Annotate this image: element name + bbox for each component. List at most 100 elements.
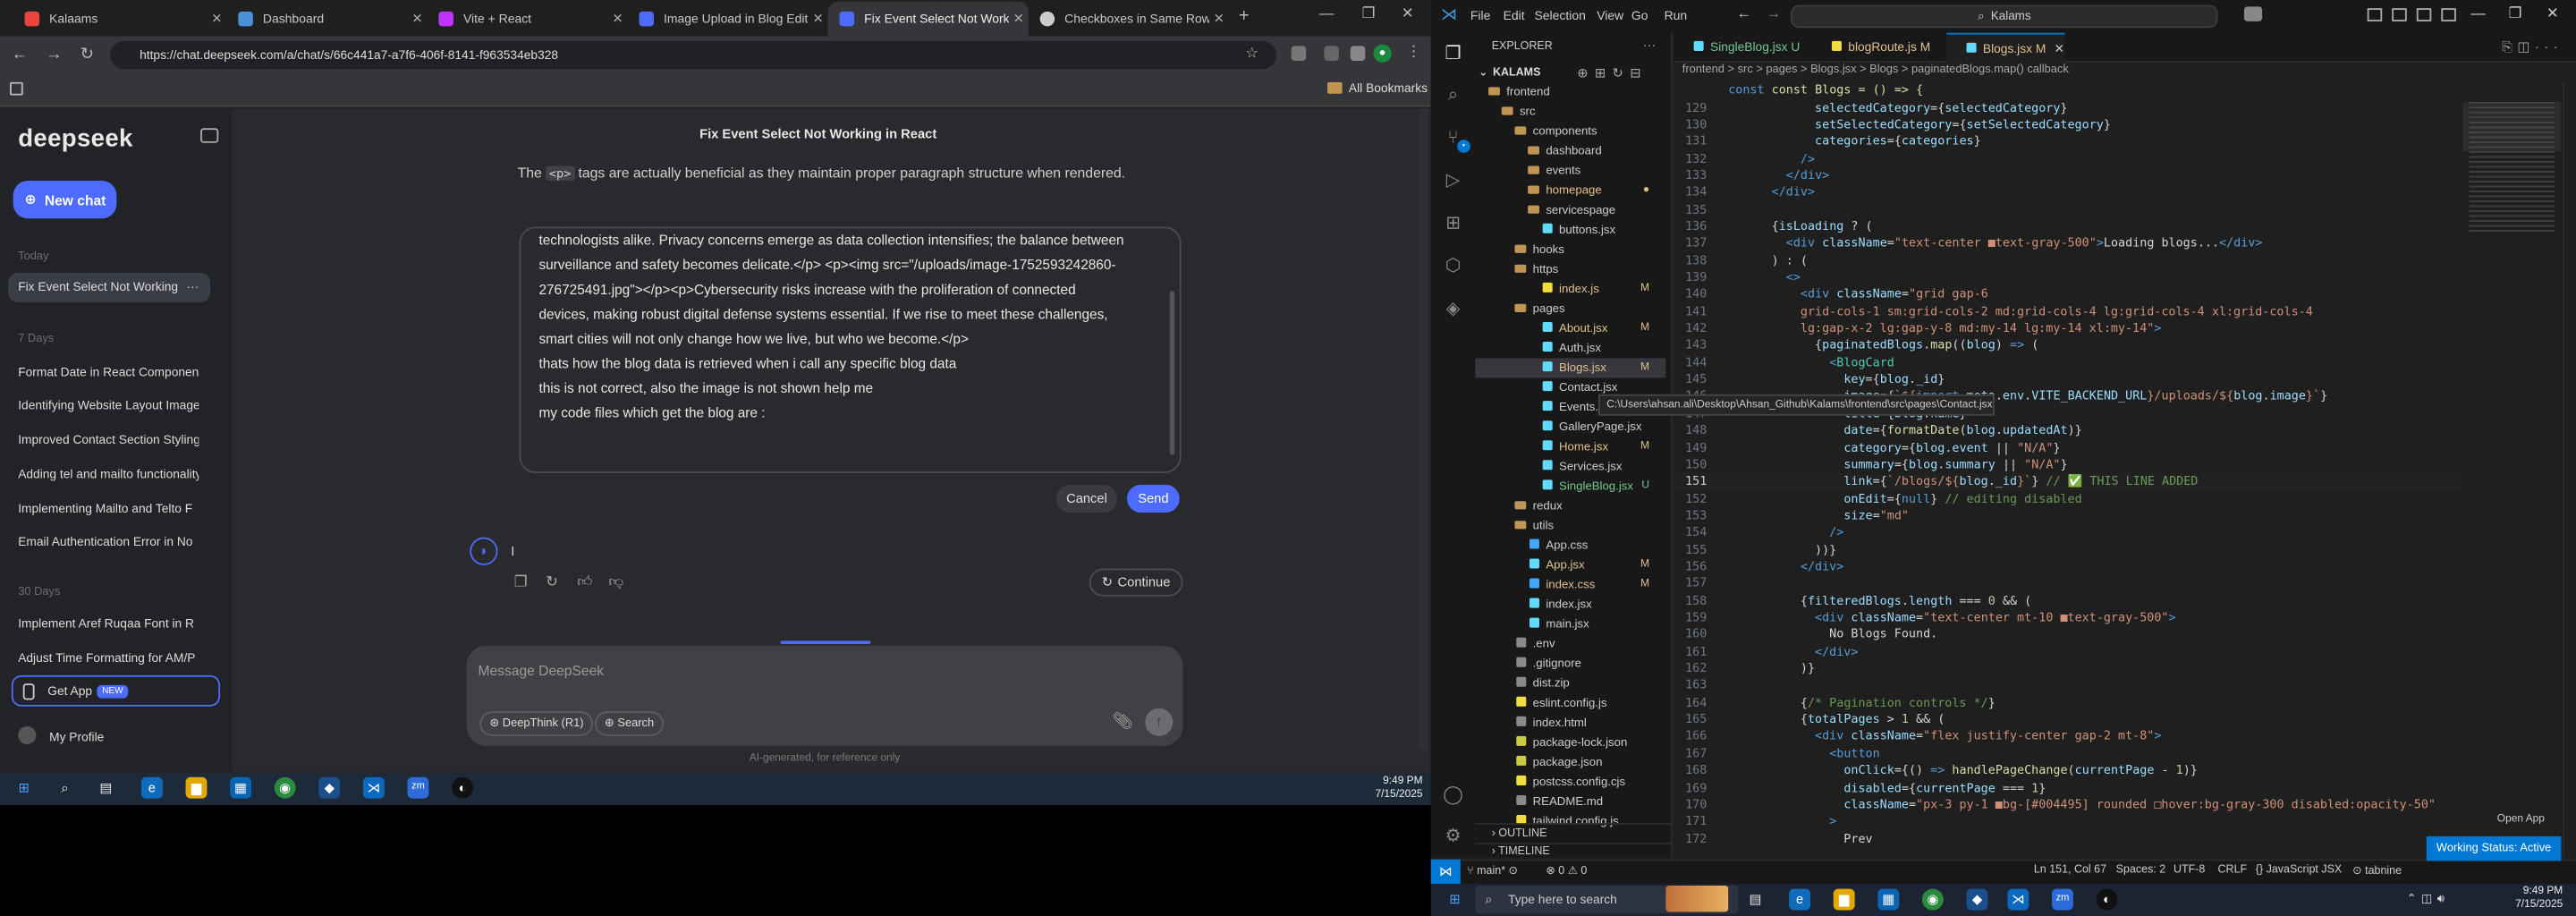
- extension-icon[interactable]: [1291, 46, 1307, 61]
- close-icon[interactable]: ✕: [1009, 12, 1029, 27]
- close-icon[interactable]: ✕: [2055, 41, 2065, 56]
- history-item[interactable]: Implement Aref Ruqaa Font in R: [18, 616, 199, 632]
- chrome-icon[interactable]: ◉: [274, 776, 296, 799]
- run-debug-icon[interactable]: ▷: [1443, 171, 1464, 192]
- browser-tab[interactable]: Checkboxes in Same Row ✕: [1029, 2, 1229, 37]
- search-icon[interactable]: ⌕: [1443, 86, 1464, 107]
- tree-folder[interactable]: servicespage: [1475, 200, 1665, 220]
- edge-icon[interactable]: e: [1789, 888, 1811, 911]
- taskbar-clock[interactable]: 9:49 PM 7/15/2025: [1343, 776, 1422, 802]
- timeline-section[interactable]: › TIMELINE: [1475, 843, 1673, 859]
- tree-file[interactable]: index.css M: [1475, 575, 1665, 595]
- nav-forward-icon[interactable]: →: [1766, 5, 1781, 21]
- windows-start-icon[interactable]: ⊞: [13, 777, 35, 799]
- git-branch[interactable]: ⑂ main* ⊙: [1467, 864, 1518, 878]
- code-line[interactable]: 158 {filteredBlogs.length === 0 && (: [1674, 592, 2463, 609]
- extension-icon[interactable]: [1350, 46, 1366, 61]
- code-line[interactable]: 143 {paginatedBlogs.map((blog) => (: [1674, 337, 2463, 354]
- tree-folder[interactable]: pages: [1475, 299, 1665, 318]
- tree-folder[interactable]: components: [1475, 122, 1665, 141]
- thumbs-up-icon[interactable]: 👍︎: [575, 573, 595, 589]
- tree-file[interactable]: buttons.jsx: [1475, 220, 1665, 240]
- tree-folder[interactable]: dashboard: [1475, 141, 1665, 161]
- tree-file[interactable]: .env: [1475, 634, 1665, 654]
- layout-icon[interactable]: [2367, 8, 2383, 21]
- url-input[interactable]: https://chat.deepseek.com/a/chat/s/66c44…: [110, 40, 1277, 70]
- tree-file[interactable]: index.js M: [1475, 279, 1665, 299]
- code-line[interactable]: 134 </div>: [1674, 184, 2463, 201]
- reload-icon[interactable]: ↻: [75, 45, 98, 66]
- code-line[interactable]: 152 onEdit={null} // editing disabled: [1674, 490, 2463, 507]
- browser-tab[interactable]: Image Upload in Blog Editor ✕: [628, 2, 828, 37]
- code-line-current[interactable]: 151 link={`/blogs/${blog._id}`} // ✅ THI…: [1674, 473, 2463, 491]
- code-line[interactable]: 169 disabled={currentPage === 1}: [1674, 780, 2463, 797]
- code-line[interactable]: 164 {/* Pagination controls */}: [1674, 694, 2463, 711]
- code-line[interactable]: 155 ))}: [1674, 541, 2463, 558]
- more-actions-icon[interactable]: ···: [1643, 38, 1657, 53]
- tree-file[interactable]: Blogs.jsx M: [1475, 358, 1666, 378]
- edit-message-textarea[interactable]: technologists alike. Privacy concerns em…: [519, 226, 1182, 473]
- forward-icon[interactable]: →: [43, 45, 66, 66]
- code-line[interactable]: 153 size="md": [1674, 507, 2463, 524]
- close-icon[interactable]: ✕: [207, 12, 226, 27]
- page-scrollbar[interactable]: [1419, 108, 1428, 750]
- explorer-actions-icons[interactable]: ⊕⊞↻⊟: [1577, 65, 1648, 81]
- file-explorer-icon[interactable]: ▆: [1833, 888, 1855, 911]
- code-line[interactable]: 162 )}: [1674, 660, 2463, 677]
- editor-tab[interactable]: SingleBlog.jsx U: [1674, 33, 1809, 63]
- task-view-icon[interactable]: ▤: [96, 777, 117, 799]
- tree-file[interactable]: App.css: [1475, 536, 1665, 556]
- thumbs-down-icon[interactable]: 👎︎: [606, 573, 626, 589]
- minimap-slider[interactable]: [2462, 101, 2562, 151]
- code-line[interactable]: 133 </div>: [1674, 167, 2463, 184]
- mongodb-icon[interactable]: ◈: [1443, 299, 1464, 320]
- code-line[interactable]: 130 setSelectedCategory={setSelectedCate…: [1674, 116, 2463, 133]
- close-icon[interactable]: ✕: [809, 12, 828, 27]
- tree-file[interactable]: package.json: [1475, 752, 1665, 772]
- layout-icon[interactable]: [2416, 8, 2432, 21]
- vscode-taskbar-icon[interactable]: ⋊: [362, 776, 385, 799]
- remote-explorer-icon[interactable]: ⬡: [1443, 257, 1464, 278]
- code-line[interactable]: 161 </div>: [1674, 643, 2463, 660]
- tree-file[interactable]: index.jsx: [1475, 595, 1665, 615]
- tree-file[interactable]: index.html: [1475, 713, 1665, 733]
- copy-icon[interactable]: ❐: [511, 573, 530, 589]
- editor-scrollbar[interactable]: [2563, 81, 2576, 858]
- continue-button[interactable]: ↻ Continue: [1089, 568, 1183, 597]
- code-line[interactable]: 142 lg:gap-x-2 lg:gap-y-8 md:my-14 lg:my…: [1674, 320, 2463, 337]
- layout-icon[interactable]: [2441, 8, 2456, 21]
- code-line[interactable]: 149 category={blog.event || "N/A"}: [1674, 439, 2463, 456]
- code-line[interactable]: 172 Prev: [1674, 831, 2463, 848]
- history-item[interactable]: Format Date in React Component: [18, 365, 199, 380]
- menu-edit[interactable]: Edit: [1504, 8, 1525, 23]
- back-icon[interactable]: ←: [8, 45, 31, 66]
- code-line[interactable]: 170 className="px-3 py-1 ■bg-[#004495] r…: [1674, 797, 2463, 814]
- history-item-active[interactable]: Fix Event Select Not Working ···: [8, 272, 211, 302]
- menu-file[interactable]: File: [1470, 8, 1490, 23]
- breadcrumb[interactable]: frontend > src > pages > Blogs.jsx > Blo…: [1682, 64, 2069, 76]
- tree-folder[interactable]: frontend: [1475, 82, 1665, 102]
- command-center-search[interactable]: ⌕ Kalams: [1791, 4, 2218, 29]
- tree-file[interactable]: eslint.config.js: [1475, 693, 1665, 713]
- sticky-scroll-line[interactable]: const const Blogs = () => {: [1674, 82, 2463, 99]
- code-line[interactable]: 145 key={blog._id}: [1674, 371, 2463, 388]
- windows-start-icon[interactable]: ⊞: [1444, 889, 1465, 911]
- browser-tab[interactable]: Kalaams ✕: [13, 2, 227, 37]
- indentation[interactable]: Spaces: 2: [2116, 864, 2166, 876]
- tree-file[interactable]: package-lock.json: [1475, 733, 1665, 752]
- extensions-icon[interactable]: ⊞: [1443, 214, 1464, 235]
- code-line[interactable]: 140 <div className="grid gap-6: [1674, 286, 2463, 303]
- history-item[interactable]: Improved Contact Section Styling: [18, 432, 199, 447]
- search-toggle[interactable]: ⊕ Search: [594, 711, 665, 736]
- attach-icon[interactable]: 📎︎: [1112, 713, 1132, 731]
- tabnine-status[interactable]: ⊙ tabnine: [2352, 864, 2402, 878]
- code-line[interactable]: 136 {isLoading ? (: [1674, 218, 2463, 235]
- new-chat-button[interactable]: ⊕ New chat: [13, 181, 117, 219]
- tree-folder[interactable]: https: [1475, 259, 1665, 279]
- regenerate-icon[interactable]: ↻: [542, 573, 562, 589]
- copilot-icon[interactable]: [2243, 6, 2263, 21]
- remote-indicator[interactable]: ⋈: [1430, 859, 1461, 885]
- code-line[interactable]: 150 summary={blog.summary || "N/A"}: [1674, 456, 2463, 473]
- more-options-icon[interactable]: ···: [186, 273, 199, 302]
- new-tab-icon[interactable]: +: [1239, 6, 1250, 26]
